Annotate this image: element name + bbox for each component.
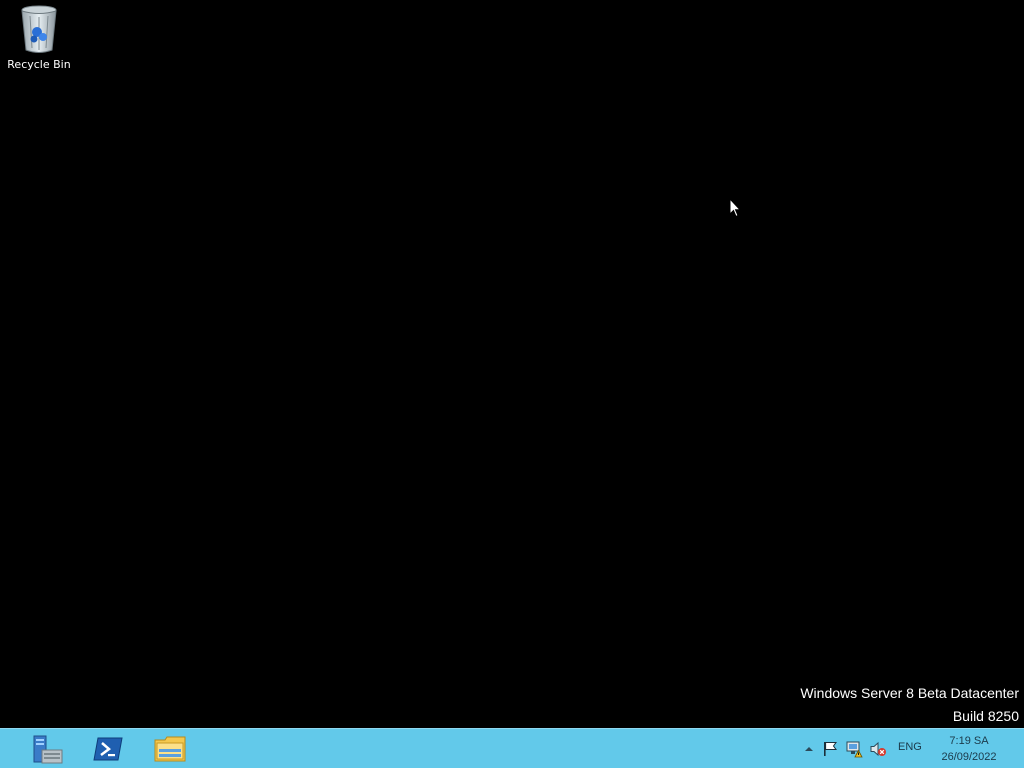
server-manager-icon — [33, 735, 63, 764]
taskbar-powershell-button[interactable] — [86, 731, 130, 767]
os-edition-text: Windows Server 8 Beta Datacenter — [800, 685, 1019, 701]
file-explorer-icon — [154, 736, 186, 762]
volume-muted-icon[interactable] — [869, 740, 887, 758]
chevron-up-icon[interactable] — [800, 740, 818, 758]
clock-date: 26/09/2022 — [941, 751, 997, 763]
os-build-text: Build 8250 — [952, 708, 1019, 724]
taskbar-server-manager-button[interactable] — [24, 731, 68, 767]
taskbar-clock[interactable]: 7:19 SA 26/09/2022 — [930, 733, 1008, 765]
clock-time: 7:19 SA — [949, 735, 989, 747]
desktop[interactable]: Recycle Bin Windows Server 8 Beta Datace… — [0, 0, 1024, 728]
taskbar: ENG 7:19 SA 26/09/2022 — [0, 728, 1024, 768]
mouse-cursor-icon — [729, 198, 741, 218]
recycle-bin-shortcut[interactable]: Recycle Bin — [4, 4, 74, 74]
os-build-watermark: Windows Server 8 Beta Datacenter Build 8… — [800, 682, 1019, 728]
input-language-indicator[interactable]: ENG — [898, 741, 922, 753]
recycle-bin-label: Recycle Bin — [7, 58, 71, 71]
powershell-icon — [93, 737, 123, 761]
network-warning-icon[interactable] — [845, 740, 863, 758]
taskbar-file-explorer-button[interactable] — [148, 731, 192, 767]
action-center-flag-icon[interactable] — [821, 740, 839, 758]
recycle-bin-icon — [21, 5, 57, 53]
